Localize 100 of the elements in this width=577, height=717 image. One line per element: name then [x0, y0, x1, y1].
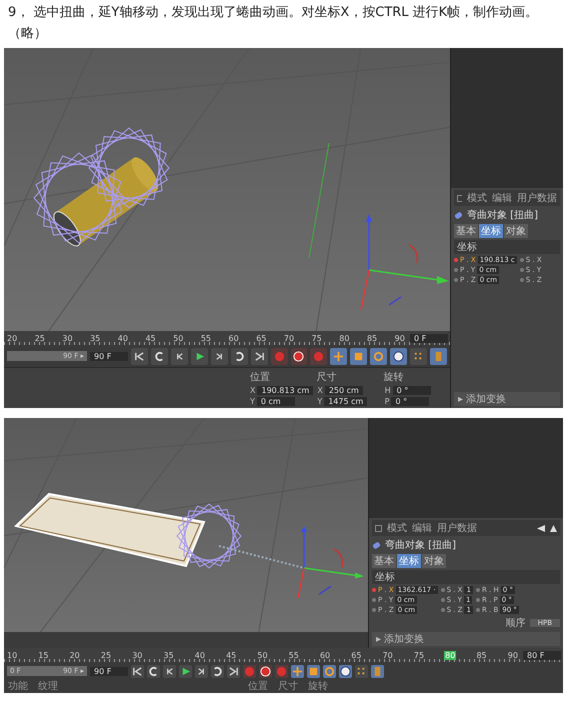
parameter-button[interactable]	[390, 348, 408, 364]
parameter-button[interactable]	[339, 664, 352, 678]
skip-to-end-button[interactable]	[227, 664, 240, 678]
scale-tool-icon	[353, 350, 364, 362]
attribute-tab[interactable]: 坐标	[479, 224, 503, 238]
instruction-text: 9， 选中扭曲，延Y轴移动，发现出现了蜷曲动画。对坐标X，按CTRL 进行K帧，制作动画。（略）	[8, 4, 540, 43]
auto-key-button[interactable]	[259, 664, 272, 678]
value-field[interactable]: 0 °	[391, 397, 430, 406]
rotate-tool-icon	[373, 350, 384, 362]
loop-icon	[212, 666, 223, 676]
attribute-tab[interactable]: 对象	[504, 224, 528, 238]
value-field[interactable]: 0 cm	[256, 397, 295, 406]
expand-section-header[interactable]: ▸ 添加变换	[372, 632, 560, 646]
value-field[interactable]: 190.813 cm	[257, 386, 314, 395]
loop-back-button[interactable]	[150, 348, 168, 364]
value-field[interactable]: 0 °	[392, 386, 431, 395]
point-grid-button[interactable]	[355, 664, 368, 678]
frame-number: 20	[68, 650, 81, 660]
frame-number: 80	[444, 650, 456, 660]
attribute-tab[interactable]: 对象	[422, 554, 446, 568]
value-field[interactable]: 250 cm	[324, 386, 363, 395]
menu-item[interactable]: 用户数据	[437, 521, 477, 535]
menu-item[interactable]: 编辑	[412, 521, 432, 535]
panel-label: 功能	[8, 680, 28, 692]
scale-tool-button[interactable]	[307, 664, 320, 678]
column-header: 位置	[250, 370, 271, 384]
frame-number: 75	[310, 334, 323, 342]
play-button[interactable]	[179, 664, 192, 678]
back-arrow-icon[interactable]	[537, 524, 545, 532]
keyframe-dot[interactable]	[476, 608, 480, 612]
play-button[interactable]	[190, 348, 208, 364]
scale-tool-icon	[308, 666, 319, 676]
step-forward-button[interactable]	[195, 664, 208, 678]
keyframe-dot[interactable]	[476, 588, 480, 592]
auto-key-button[interactable]	[290, 348, 308, 364]
keyframe-dot[interactable]	[454, 258, 458, 262]
skip-to-start-button[interactable]	[131, 348, 148, 364]
keyframe-dot[interactable]	[372, 598, 376, 602]
loop-button[interactable]	[211, 664, 224, 678]
current-frame-field[interactable]: 80 F	[523, 650, 561, 660]
keyframe-dot[interactable]	[520, 268, 524, 272]
frame-number: 70	[382, 650, 394, 660]
column-header: 尺寸	[316, 370, 338, 384]
record-icon	[274, 350, 285, 362]
deformer-icon	[372, 540, 381, 550]
frame-number: 90	[506, 650, 519, 660]
move-tool-button[interactable]	[291, 664, 304, 678]
skip-to-start-button[interactable]	[131, 664, 144, 678]
attribute-tab[interactable]: 坐标	[397, 554, 421, 568]
attribute-tab[interactable]: 基本	[372, 554, 396, 568]
rotate-tool-button[interactable]	[323, 664, 336, 678]
step-forward-button[interactable]	[210, 348, 228, 364]
loop-back-icon	[148, 666, 159, 676]
column-header: 旋转	[383, 370, 404, 384]
frame-number: 50	[256, 650, 269, 660]
loop-back-button[interactable]	[147, 664, 160, 678]
end-frame-field[interactable]: 90 F	[90, 352, 128, 360]
current-frame-field[interactable]: 0 F	[410, 334, 448, 342]
auto-key-icon	[260, 666, 271, 676]
object-name: 弯曲对象 [扭曲]	[385, 538, 456, 552]
keyframe-dot[interactable]	[440, 598, 445, 602]
rotate-tool-button[interactable]	[370, 348, 388, 364]
step-back-button[interactable]	[170, 348, 188, 364]
timeline-button[interactable]	[430, 348, 447, 364]
keyframe-dot[interactable]	[372, 588, 376, 592]
frame-number: 30	[61, 334, 74, 342]
keyframe-dot[interactable]	[520, 278, 524, 282]
timeline-icon	[372, 666, 383, 676]
step-back-button[interactable]	[163, 664, 176, 678]
menu-item[interactable]: 编辑	[492, 191, 512, 205]
end-frame-field[interactable]: 90 F	[90, 666, 128, 676]
keyframe-dot[interactable]	[454, 268, 458, 272]
timeline-icon	[433, 350, 444, 362]
keyframe-dot[interactable]	[440, 588, 445, 592]
menu-item[interactable]: 用户数据	[517, 191, 557, 205]
step-forward-icon	[196, 666, 207, 676]
timeline-button[interactable]	[371, 664, 384, 678]
keyframe-dot[interactable]	[440, 608, 445, 612]
menu-item[interactable]: 模式	[467, 191, 487, 205]
attribute-tab[interactable]: 基本	[454, 224, 478, 238]
keyframe-dot[interactable]	[454, 278, 458, 282]
skip-to-end-button[interactable]	[250, 348, 268, 364]
keyframe-dot[interactable]	[476, 598, 480, 602]
point-grid-button[interactable]	[410, 348, 428, 364]
scale-tool-button[interactable]	[350, 348, 368, 364]
expand-section-header[interactable]: ▸ 添加变换	[454, 392, 560, 406]
frame-number: 80	[338, 334, 350, 342]
frame-number: 60	[318, 650, 332, 660]
object-name: 弯曲对象 [扭曲]	[467, 208, 538, 222]
keyframe-help-icon	[276, 666, 287, 676]
loop-back-icon	[154, 350, 165, 362]
frame-number: 10	[6, 650, 18, 660]
move-tool-button[interactable]	[330, 348, 348, 364]
keyframe-dot[interactable]	[520, 258, 524, 262]
up-arrow-icon[interactable]	[550, 524, 557, 532]
loop-button[interactable]	[230, 348, 248, 364]
keyframe-dot[interactable]	[372, 608, 376, 612]
section-header: 坐标	[372, 570, 560, 584]
menu-item[interactable]: 模式	[387, 521, 407, 535]
value-field[interactable]: 1475 cm	[324, 397, 368, 406]
